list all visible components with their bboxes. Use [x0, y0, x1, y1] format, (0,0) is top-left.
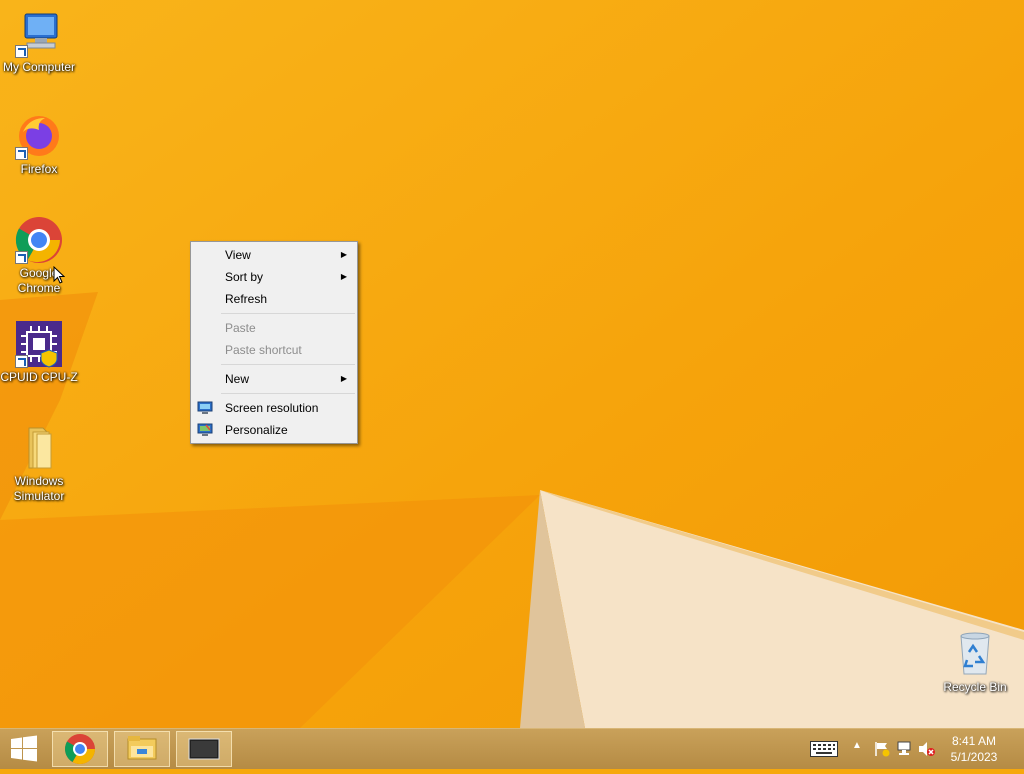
menu-separator: [221, 313, 355, 314]
keyboard-icon[interactable]: [810, 741, 838, 757]
monitor-window-icon: [188, 738, 220, 760]
desktop-context-menu: View ▶ Sort by ▶ Refresh Paste Paste sho…: [190, 241, 358, 444]
desktop-wallpaper[interactable]: [0, 0, 1024, 728]
chrome-icon: [64, 734, 95, 765]
clock-date: 5/1/2023: [950, 750, 998, 764]
desktop-icon-label: CPUID CPU-Z: [0, 370, 78, 384]
menu-separator: [221, 393, 355, 394]
menu-item-label: Refresh: [225, 292, 268, 306]
menu-item-label: New: [225, 372, 250, 386]
menu-item-label: Sort by: [225, 270, 264, 284]
personalize-icon: [197, 423, 213, 436]
menu-separator: [221, 364, 355, 365]
taskbar-clock[interactable]: 8:41 AM 5/1/2023: [944, 733, 1004, 765]
menu-item-label: View: [225, 248, 251, 262]
system-tray: ▲ 8:41 AM 5/1/2023: [800, 729, 1024, 769]
network-icon[interactable]: [896, 741, 912, 757]
desktop-icon-label: Recycle Bin: [943, 680, 1007, 694]
menu-item-personalize[interactable]: Personalize: [191, 419, 357, 441]
menu-item-label: Screen resolution: [225, 401, 319, 415]
volume-muted-icon[interactable]: [918, 741, 936, 757]
menu-item-label: Paste: [225, 321, 256, 335]
desktop-icon-label: Firefox: [20, 162, 58, 176]
mouse-pointer-icon: [53, 266, 65, 284]
recycle-bin-icon: [951, 630, 999, 678]
menu-item-label: Paste shortcut: [225, 343, 302, 357]
taskbar-window-button[interactable]: [176, 731, 232, 767]
start-button[interactable]: [0, 729, 48, 769]
desktop-icon-cpuid-cpu-z[interactable]: CPUID CPU-Z: [0, 320, 78, 385]
firefox-icon: [15, 112, 63, 160]
display-settings-icon: [197, 401, 213, 414]
clock-time: 8:41 AM: [951, 734, 997, 748]
menu-item-paste-shortcut: Paste shortcut: [191, 339, 357, 361]
desktop-icon-google-chrome[interactable]: Google Chrome: [0, 216, 78, 296]
show-hidden-icons-icon[interactable]: ▲: [852, 740, 862, 751]
windows-logo-icon: [11, 735, 37, 762]
menu-item-screen-resolution[interactable]: Screen resolution: [191, 397, 357, 419]
menu-item-new[interactable]: New ▶: [191, 368, 357, 390]
file-explorer-icon: [127, 736, 157, 760]
desktop-icon-label: Windows Simulator: [13, 474, 65, 503]
menu-item-paste: Paste: [191, 317, 357, 339]
cpuz-icon: [15, 320, 63, 368]
chrome-icon: [15, 216, 63, 264]
desktop-icon-my-computer[interactable]: My Computer: [0, 10, 78, 75]
menu-item-sort-by[interactable]: Sort by ▶: [191, 266, 357, 288]
taskbar-chrome-button[interactable]: [52, 731, 108, 767]
desktop-icon-windows-simulator[interactable]: Windows Simulator: [0, 424, 78, 504]
desktop-icon-firefox[interactable]: Firefox: [0, 112, 78, 177]
taskbar-file-explorer-button[interactable]: [114, 731, 170, 767]
desktop-icon-label: My Computer: [2, 60, 76, 74]
submenu-arrow-icon: ▶: [340, 374, 347, 383]
menu-item-label: Personalize: [225, 423, 288, 437]
shortcut-arrow-icon: [15, 251, 28, 264]
submenu-arrow-icon: ▶: [340, 272, 347, 281]
shortcut-arrow-icon: [15, 147, 28, 160]
shortcut-arrow-icon: [15, 45, 28, 58]
computer-icon: [15, 10, 63, 58]
menu-item-refresh[interactable]: Refresh: [191, 288, 357, 310]
desktop-icon-recycle-bin[interactable]: Recycle Bin: [936, 630, 1014, 695]
folder-icon: [15, 424, 63, 472]
action-center-flag-icon[interactable]: [874, 741, 890, 757]
submenu-arrow-icon: ▶: [340, 250, 347, 259]
taskbar: ▲ 8:41 AM 5/1/2023: [0, 728, 1024, 769]
shortcut-arrow-icon: [15, 355, 28, 368]
menu-item-view[interactable]: View ▶: [191, 244, 357, 266]
